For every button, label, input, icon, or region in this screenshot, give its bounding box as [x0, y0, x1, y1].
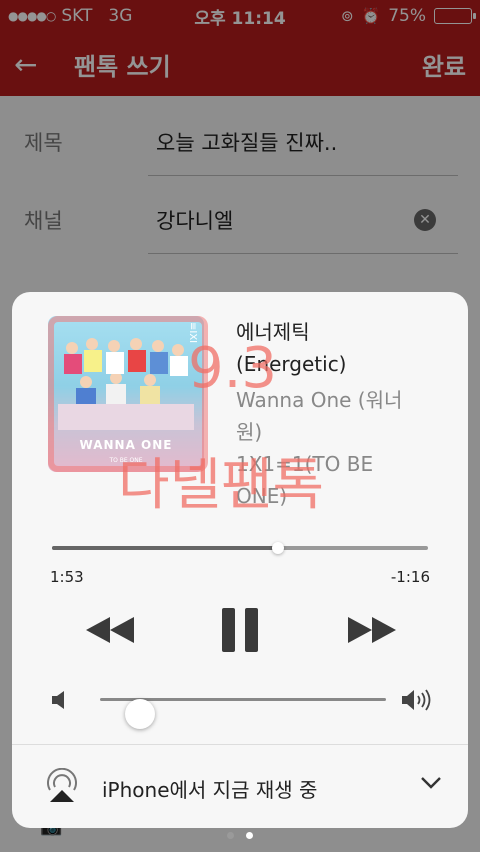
remaining-time: -1:16	[390, 568, 430, 586]
elapsed-time: 1:53	[50, 568, 84, 586]
playback-progress-fill	[52, 546, 278, 550]
volume-row	[52, 684, 432, 729]
album-art-subtitle: TO BE ONE	[109, 457, 143, 464]
volume-low-icon	[52, 691, 64, 709]
song-album: 1X1=1(TO BE ONE)	[236, 452, 374, 508]
album-art-title: WANNA ONE	[79, 438, 173, 452]
airplay-icon	[47, 768, 77, 802]
playback-scrubber[interactable]	[52, 542, 428, 554]
fast-forward-icon	[348, 617, 396, 643]
page-indicator	[0, 832, 480, 846]
album-art: ≡IXI WANNA ONE TO BE ONE	[48, 316, 204, 472]
airplay-row[interactable]: iPhone에서 지금 재생 중	[12, 754, 468, 818]
chevron-down-icon[interactable]	[420, 776, 442, 790]
rewind-icon	[86, 617, 134, 643]
pause-button[interactable]	[210, 600, 270, 660]
volume-slider[interactable]	[100, 698, 386, 729]
group-photo-icon	[58, 338, 194, 430]
fast-forward-button[interactable]	[342, 600, 402, 660]
volume-knob[interactable]	[125, 699, 156, 729]
song-artist: Wanna One (워너원)	[236, 388, 403, 444]
now-playing-panel: ≡IXI WANNA ONE TO BE ONE 에너제틱 (Energetic…	[12, 292, 468, 828]
panel-divider	[12, 744, 468, 745]
playback-controls	[12, 600, 468, 662]
playback-scrubber-knob[interactable]	[271, 542, 284, 554]
pause-icon	[222, 608, 258, 652]
volume-high-icon	[402, 689, 431, 711]
airplay-label: iPhone에서 지금 재생 중	[102, 778, 318, 802]
page-dot[interactable]	[246, 832, 253, 839]
song-title: 에너제틱 (Energetic)	[236, 320, 347, 376]
page-dot[interactable]	[227, 832, 234, 839]
rewind-button[interactable]	[80, 600, 140, 660]
